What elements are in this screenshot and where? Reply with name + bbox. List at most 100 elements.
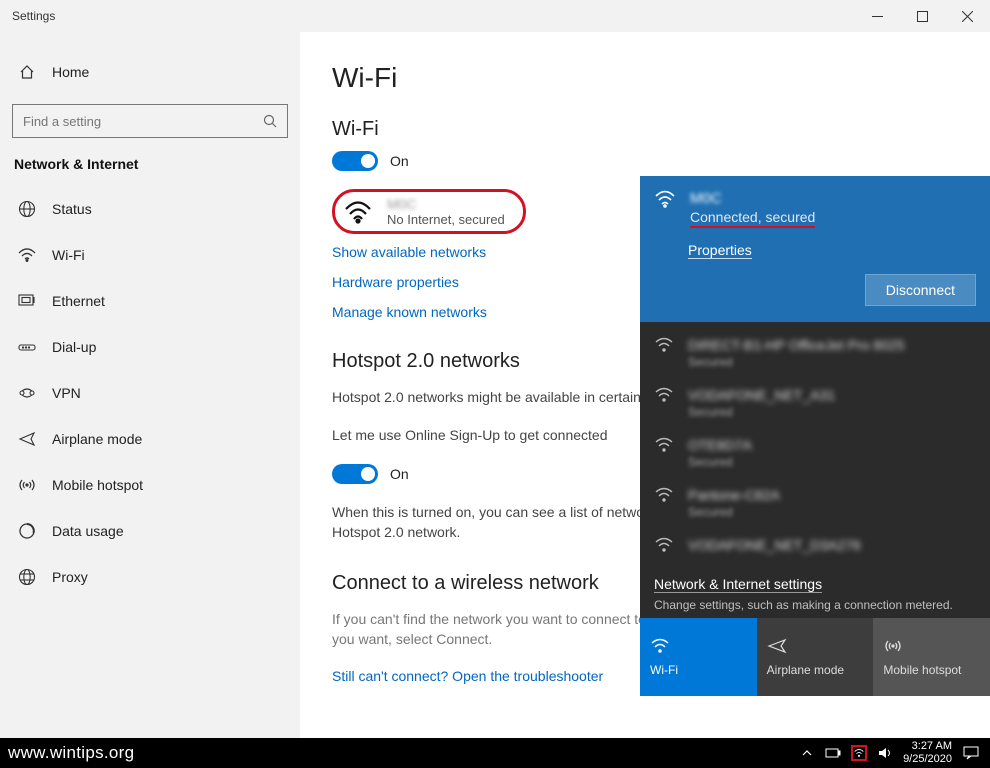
nav-datausage[interactable]: Data usage — [0, 508, 300, 554]
flyout-network-item[interactable]: VODAFONE_NET_A31 Secured — [640, 378, 990, 428]
tile-hotspot[interactable]: Mobile hotspot — [873, 618, 990, 696]
tray-chevron-up-icon[interactable] — [799, 745, 815, 761]
page-title: Wi-Fi — [332, 62, 958, 94]
network-security: Secured — [688, 405, 835, 419]
network-settings-sub: Change settings, such as making a connec… — [654, 598, 976, 612]
tray-clock[interactable]: 3:27 AM 9/25/2020 — [903, 740, 952, 765]
proxy-icon — [18, 568, 36, 586]
flyout-connected[interactable]: M0C Connected, secured Properties Discon… — [640, 176, 990, 322]
airplane-icon — [767, 635, 864, 657]
network-settings-link[interactable]: Network & Internet settings — [654, 576, 822, 593]
wifi-toggle-state: On — [390, 153, 409, 169]
flyout-network-item[interactable]: Pantone-C82A Secured — [640, 478, 990, 528]
dialup-icon — [18, 342, 36, 352]
tray-time: 3:27 AM — [903, 740, 952, 753]
nav-home-label: Home — [52, 64, 89, 80]
wifi-heading: Wi-Fi — [332, 118, 958, 141]
nav-label: Proxy — [52, 569, 88, 585]
wifi-icon — [654, 537, 674, 553]
flyout-tiles: Wi-Fi Airplane mode Mobile hotspot — [640, 618, 990, 696]
nav-home[interactable]: Home — [0, 52, 300, 92]
network-name: VODAFONE_NET_D3A276 — [688, 537, 861, 553]
nav-label: Ethernet — [52, 293, 105, 309]
status-icon — [18, 200, 36, 218]
flyout-network-item[interactable]: VODAFONE_NET_D3A276 — [640, 528, 990, 562]
nav-dialup[interactable]: Dial-up — [0, 324, 300, 370]
nav-label: Data usage — [52, 523, 124, 539]
troubleshooter-link[interactable]: Still can't connect? Open the troublesho… — [332, 668, 603, 684]
nav-label: Status — [52, 201, 92, 217]
flyout-network-item[interactable]: OTE8D7A Secured — [640, 428, 990, 478]
wifi-icon — [654, 337, 674, 353]
flyout-connected-state: Connected, secured — [690, 209, 815, 228]
nav-wifi[interactable]: Wi-Fi — [0, 232, 300, 278]
nav-label: Dial-up — [52, 339, 96, 355]
nav-label: VPN — [52, 385, 81, 401]
network-name: VODAFONE_NET_A31 — [688, 387, 835, 403]
hotspot-signup-toggle[interactable] — [332, 464, 378, 484]
current-connection[interactable]: M0C No Internet, secured — [332, 189, 526, 234]
nav-section-heading: Network & Internet — [0, 152, 300, 186]
nav-label: Mobile hotspot — [52, 477, 143, 493]
connection-state: No Internet, secured — [387, 212, 505, 227]
search-wrap — [12, 104, 288, 138]
wifi-toggle[interactable] — [332, 151, 378, 171]
wifi-icon — [18, 248, 36, 262]
flyout-network-item[interactable]: DIRECT-B1-HP OfficeJet Pro 8025 Secured — [640, 328, 990, 378]
system-tray: 3:27 AM 9/25/2020 — [799, 738, 990, 768]
tray-action-center-icon[interactable] — [962, 745, 980, 761]
nav-proxy[interactable]: Proxy — [0, 554, 300, 600]
search-box[interactable] — [12, 104, 288, 138]
flyout-settings: Network & Internet settings Change setti… — [640, 568, 990, 618]
tile-airplane[interactable]: Airplane mode — [757, 618, 874, 696]
tray-volume-icon[interactable] — [877, 745, 893, 761]
taskbar: www.wintips.org 3:27 AM 9/25/2020 — [0, 738, 990, 768]
network-name: OTE8D7A — [688, 437, 752, 453]
tray-battery-icon[interactable] — [825, 745, 841, 761]
hotspot-signup-state: On — [390, 466, 409, 482]
wifi-icon — [654, 190, 676, 208]
maximize-button[interactable] — [900, 0, 945, 32]
network-security: Secured — [688, 455, 752, 469]
nav-vpn[interactable]: VPN — [0, 370, 300, 416]
flyout-network-list: DIRECT-B1-HP OfficeJet Pro 8025 Secured V… — [640, 322, 990, 568]
tray-network-icon[interactable] — [851, 745, 867, 761]
nav-label: Airplane mode — [52, 431, 142, 447]
network-name: DIRECT-B1-HP OfficeJet Pro 8025 — [688, 337, 905, 353]
window-title: Settings — [12, 9, 855, 23]
flyout-properties-link[interactable]: Properties — [688, 242, 752, 259]
titlebar: Settings — [0, 0, 990, 32]
flyout-ssid: M0C — [690, 190, 815, 207]
connection-ssid: M0C — [387, 196, 505, 212]
ethernet-icon — [18, 294, 36, 308]
minimize-button[interactable] — [855, 0, 900, 32]
airplane-icon — [18, 430, 36, 448]
sidebar: Home Network & Internet Status Wi-Fi Eth… — [0, 32, 300, 740]
network-security: Secured — [688, 355, 905, 369]
tile-label: Mobile hotspot — [883, 663, 980, 677]
close-button[interactable] — [945, 0, 990, 32]
wifi-signal-icon — [343, 200, 373, 224]
home-icon — [18, 64, 36, 80]
network-security: Secured — [688, 505, 780, 519]
search-input[interactable] — [23, 114, 263, 129]
datausage-icon — [18, 522, 36, 540]
nav-airplane[interactable]: Airplane mode — [0, 416, 300, 462]
disconnect-button[interactable]: Disconnect — [865, 274, 976, 306]
wifi-icon — [654, 437, 674, 453]
tile-wifi[interactable]: Wi-Fi — [640, 618, 757, 696]
network-name: Pantone-C82A — [688, 487, 780, 503]
tile-label: Airplane mode — [767, 663, 864, 677]
tile-label: Wi-Fi — [650, 663, 747, 677]
nav-hotspot[interactable]: Mobile hotspot — [0, 462, 300, 508]
wifi-icon — [654, 487, 674, 503]
hotspot-icon — [883, 635, 980, 657]
vpn-icon — [18, 387, 36, 399]
search-icon — [263, 114, 277, 128]
nav-status[interactable]: Status — [0, 186, 300, 232]
wifi-icon — [654, 387, 674, 403]
watermark: www.wintips.org — [0, 743, 799, 763]
nav-ethernet[interactable]: Ethernet — [0, 278, 300, 324]
hotspot-icon — [18, 478, 36, 492]
wifi-icon — [650, 635, 747, 657]
